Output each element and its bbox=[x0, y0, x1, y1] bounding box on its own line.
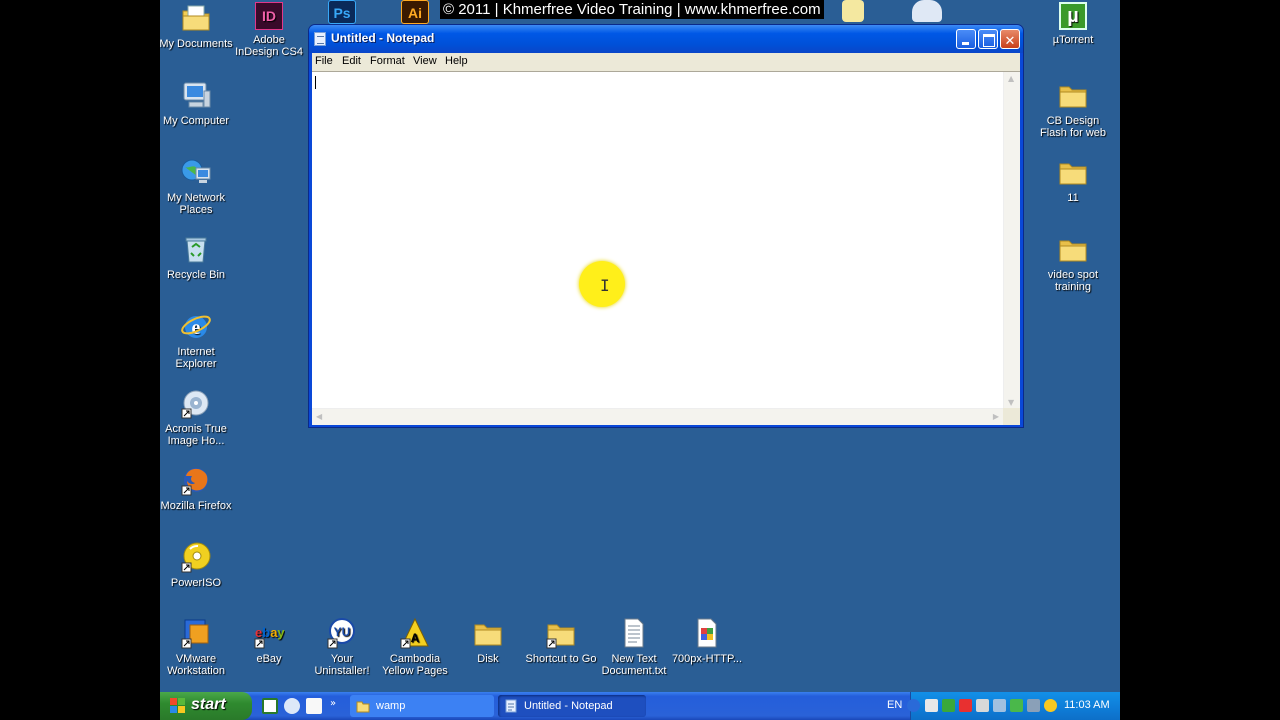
tray-utorrent-icon[interactable] bbox=[1010, 699, 1023, 712]
menu-view[interactable]: View bbox=[413, 55, 437, 67]
desktop-icon-network-places[interactable]: My Network Places bbox=[160, 156, 234, 216]
tray-network-icon[interactable] bbox=[925, 699, 938, 712]
quicklaunch-explorer-icon[interactable] bbox=[284, 698, 300, 714]
scroll-left-icon[interactable]: ◀ bbox=[316, 412, 322, 421]
desktop-icon-cambodia-yellow-pages[interactable]: A Cambodia Yellow Pages bbox=[377, 617, 453, 677]
my-computer-icon bbox=[180, 79, 212, 111]
internet-explorer-icon: e bbox=[180, 310, 212, 342]
scroll-down-icon[interactable]: ▼ bbox=[1008, 398, 1014, 407]
desktop-icon-folder-11[interactable]: 11 bbox=[1035, 156, 1111, 204]
desktop-icon-indesign[interactable]: ID Adobe InDesign CS4 bbox=[231, 2, 307, 58]
desktop-icon-firefox[interactable]: Mozilla Firefox bbox=[160, 464, 234, 512]
desktop-icon-vmware[interactable]: VMware Workstation bbox=[160, 617, 234, 677]
menu-edit[interactable]: Edit bbox=[342, 55, 361, 67]
quicklaunch-publisher-icon[interactable] bbox=[262, 698, 278, 714]
menu-format[interactable]: Format bbox=[370, 55, 405, 67]
maximize-button[interactable] bbox=[978, 29, 998, 49]
desktop-icon-700px-http[interactable]: 700px-HTTP... bbox=[669, 617, 745, 665]
minimize-button[interactable] bbox=[956, 29, 976, 49]
quicklaunch-more-icon[interactable]: » bbox=[330, 698, 340, 714]
scroll-up-icon[interactable]: ▲ bbox=[1008, 74, 1014, 83]
quicklaunch-ebay-icon[interactable] bbox=[306, 698, 322, 714]
tray-shield-icon[interactable] bbox=[942, 699, 955, 712]
notepad-titlebar[interactable]: Untitled - Notepad ✕ bbox=[309, 25, 1023, 53]
desktop-icon-utorrent[interactable]: µ µTorrent bbox=[1035, 2, 1111, 46]
indesign-icon: ID bbox=[255, 2, 283, 30]
folder-icon bbox=[356, 701, 370, 713]
folder-icon bbox=[1057, 156, 1089, 188]
notepad-icon bbox=[314, 32, 326, 46]
windows-logo-icon bbox=[170, 698, 186, 714]
desktop-icon-new-text-document[interactable]: New Text Document.txt bbox=[596, 617, 672, 677]
folder-icon bbox=[1057, 79, 1089, 111]
desktop-icon-shortcut-to-go[interactable]: Shortcut to Go bbox=[523, 617, 599, 665]
close-icon: ✕ bbox=[1004, 34, 1016, 49]
utorrent-icon: µ bbox=[1059, 2, 1087, 30]
svg-text:A: A bbox=[411, 631, 420, 645]
desktop-icon-cb-design[interactable]: CB Design Flash for web bbox=[1035, 79, 1111, 139]
vertical-scrollbar[interactable]: ▲ ▼ bbox=[1003, 72, 1020, 409]
text-editor-area[interactable]: ▲ ▼ ◀ ▶ bbox=[312, 71, 1020, 425]
folder-icon bbox=[472, 617, 504, 649]
menu-help[interactable]: Help bbox=[445, 55, 468, 67]
text-cursor-icon: I bbox=[600, 276, 610, 295]
tray-expand-icon[interactable] bbox=[907, 699, 920, 712]
firefox-icon bbox=[180, 464, 212, 496]
desktop-icon-my-documents[interactable]: My Documents bbox=[160, 2, 234, 50]
desktop-icon-video-spot[interactable]: video spot training bbox=[1035, 233, 1111, 293]
desktop-icon-ebay[interactable]: ebay eBay bbox=[231, 617, 307, 665]
image-file-icon bbox=[691, 617, 723, 649]
text-caret bbox=[315, 76, 316, 89]
menu-file[interactable]: File bbox=[315, 55, 333, 67]
network-places-icon bbox=[180, 156, 212, 188]
desktop-icon-acronis[interactable]: Acronis True Image Ho... bbox=[160, 387, 234, 447]
tray-tool-icon[interactable] bbox=[976, 699, 989, 712]
system-tray: EN 11:03 AM bbox=[887, 692, 1120, 720]
yellow-pages-icon: A bbox=[399, 617, 431, 649]
notepad-window[interactable]: Untitled - Notepad ✕ File Edit Format Vi… bbox=[308, 24, 1024, 428]
text-document-icon bbox=[618, 617, 650, 649]
tray-antivirus-icon[interactable] bbox=[959, 699, 972, 712]
desktop-icon-my-computer[interactable]: My Computer bbox=[160, 79, 234, 127]
recycle-bin-icon bbox=[180, 233, 212, 265]
window-title: Untitled - Notepad bbox=[331, 31, 435, 45]
desktop-icon-recycle-bin[interactable]: Recycle Bin bbox=[160, 233, 234, 281]
folder-icon bbox=[1057, 233, 1089, 265]
taskbar-button-notepad[interactable]: Untitled - Notepad bbox=[498, 695, 646, 717]
resize-grip[interactable] bbox=[1003, 408, 1020, 425]
taskbar-button-wamp[interactable]: wamp bbox=[350, 695, 494, 717]
acronis-icon bbox=[180, 387, 212, 419]
desktop-icon-internet-explorer[interactable]: e Internet Explorer bbox=[160, 310, 234, 370]
menu-bar: File Edit Format View Help bbox=[312, 53, 1020, 71]
desktop-icon-your-uninstaller[interactable]: YU Your Uninstaller! bbox=[304, 617, 380, 677]
ebay-icon: ebay bbox=[253, 617, 285, 649]
photoshop-icon[interactable]: Ps bbox=[328, 0, 356, 24]
tray-security-icon[interactable] bbox=[1027, 699, 1040, 712]
desktop-icon-poweriso[interactable]: PowerISO bbox=[160, 541, 234, 589]
illustrator-icon[interactable]: Ai bbox=[401, 0, 429, 24]
smiley-icon[interactable] bbox=[842, 0, 864, 22]
taskbar: start » wamp Untitled - Notepad EN 11:03… bbox=[160, 692, 1120, 720]
vmware-icon bbox=[180, 617, 212, 649]
my-documents-icon bbox=[180, 2, 212, 34]
notepad-icon bbox=[505, 699, 517, 713]
svg-text:ebay: ebay bbox=[255, 625, 285, 640]
poweriso-icon bbox=[180, 541, 212, 573]
tray-volume-icon[interactable] bbox=[993, 699, 1006, 712]
scroll-right-icon[interactable]: ▶ bbox=[993, 412, 999, 421]
cloud-icon[interactable] bbox=[912, 0, 942, 22]
folder-icon bbox=[545, 617, 577, 649]
tray-messenger-icon[interactable] bbox=[1044, 699, 1057, 712]
start-button[interactable]: start bbox=[160, 692, 252, 720]
watermark-text: © 2011 | Khmerfree Video Training | www.… bbox=[440, 0, 824, 19]
desktop: © 2011 | Khmerfree Video Training | www.… bbox=[160, 0, 1120, 720]
close-button[interactable]: ✕ bbox=[1000, 29, 1020, 49]
uninstaller-icon: YU bbox=[326, 617, 358, 649]
desktop-icon-disk[interactable]: Disk bbox=[450, 617, 526, 665]
horizontal-scrollbar[interactable]: ◀ ▶ bbox=[312, 408, 1003, 425]
language-indicator[interactable]: EN bbox=[887, 699, 902, 711]
clock[interactable]: 11:03 AM bbox=[1064, 699, 1110, 711]
svg-text:YU: YU bbox=[334, 625, 351, 639]
